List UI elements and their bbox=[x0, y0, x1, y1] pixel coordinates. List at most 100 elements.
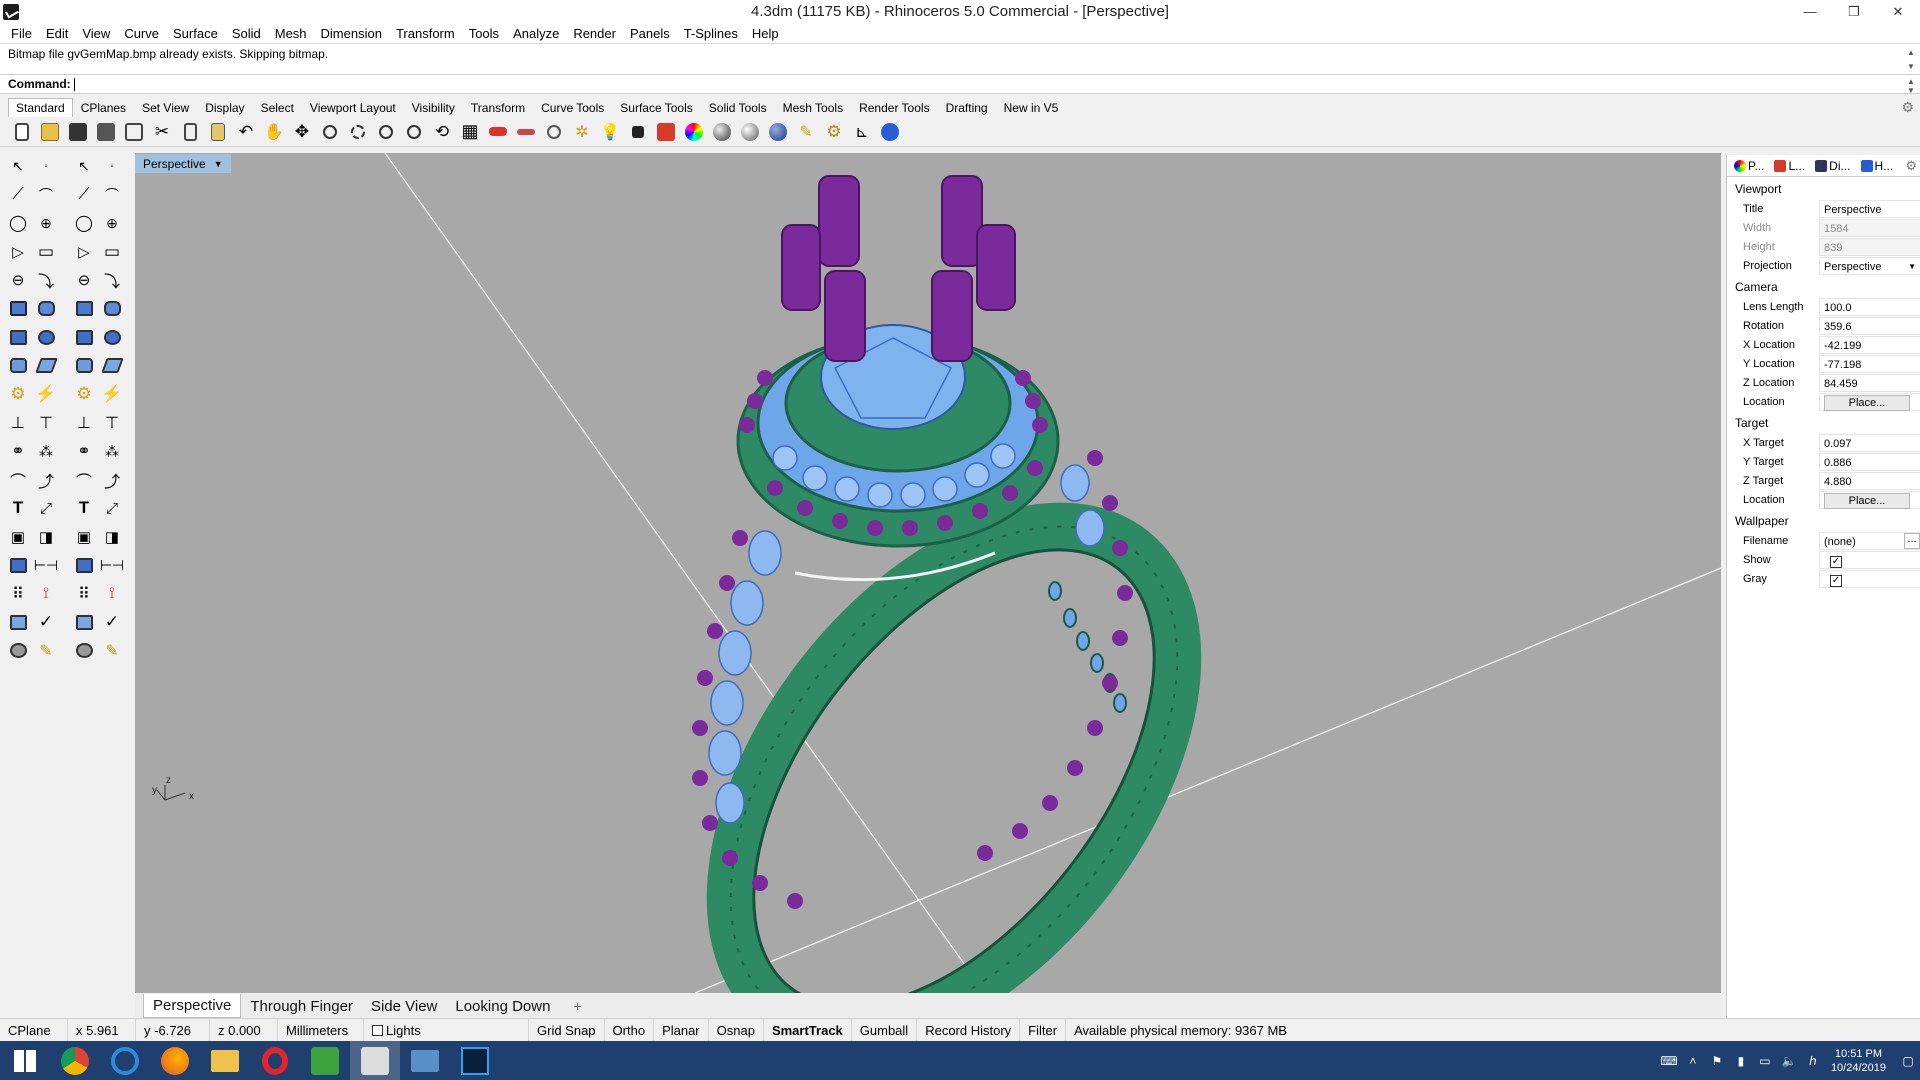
grid-viewport-icon[interactable]: ▦ bbox=[458, 120, 482, 144]
panel-tab-properties[interactable]: P... bbox=[1731, 159, 1767, 173]
z-target-field[interactable]: 4.880 bbox=[1819, 471, 1920, 490]
remote-desktop-icon[interactable] bbox=[400, 1041, 450, 1080]
command-history[interactable]: Bitmap file gvGemMap.bmp already exists.… bbox=[0, 43, 1920, 75]
open-folder-icon[interactable] bbox=[38, 120, 62, 144]
marker-icon[interactable]: ✎ bbox=[794, 120, 818, 144]
perspective-viewport[interactable]: y z x bbox=[135, 153, 1721, 993]
polygon-icon[interactable]: ▷ bbox=[5, 241, 31, 263]
tab-select[interactable]: Select bbox=[253, 98, 302, 117]
box-solid-icon[interactable] bbox=[5, 326, 31, 348]
fillet-curve-icon[interactable]: ⤵ bbox=[33, 269, 59, 291]
osnap-icon[interactable]: ⟟ bbox=[33, 583, 59, 605]
curve-control-points-icon-2[interactable]: ⌒ bbox=[99, 184, 125, 206]
lock-icon[interactable] bbox=[626, 120, 650, 144]
rotation-field[interactable]: 359.6 bbox=[1819, 316, 1920, 335]
prop-title-field[interactable]: Perspective bbox=[1819, 199, 1920, 218]
command-line[interactable]: Command: ▲ ▼ bbox=[0, 74, 1920, 95]
planar-toggle[interactable]: Planar bbox=[654, 1018, 709, 1042]
construction-plane-icon[interactable] bbox=[514, 120, 538, 144]
tray-app-icon[interactable]: ⚑ bbox=[1705, 1054, 1729, 1068]
fillet-curve-icon-2[interactable]: ⤵ bbox=[99, 269, 125, 291]
polygon-icon-2[interactable]: ▷ bbox=[71, 241, 97, 263]
ortho-toggle[interactable]: Ortho bbox=[605, 1018, 655, 1042]
ellipse-icon[interactable]: ⊕ bbox=[33, 212, 59, 234]
import-icon[interactable] bbox=[122, 120, 146, 144]
color-wheel-icon[interactable] bbox=[682, 120, 706, 144]
tab-mesh-tools[interactable]: Mesh Tools bbox=[775, 98, 851, 117]
tab-solid-tools[interactable]: Solid Tools bbox=[701, 98, 775, 117]
clock[interactable]: 10:51 PM 10/24/2019 bbox=[1831, 1047, 1886, 1075]
box-solid-icon-2[interactable] bbox=[71, 326, 97, 348]
menu-mesh[interactable]: Mesh bbox=[268, 26, 314, 41]
help-icon[interactable] bbox=[878, 120, 902, 144]
notifications-icon[interactable]: ▢ bbox=[1896, 1054, 1920, 1068]
sphere-render-icon[interactable] bbox=[738, 120, 762, 144]
rectangle-icon[interactable]: ▭ bbox=[33, 241, 59, 263]
menu-file[interactable]: File bbox=[4, 26, 39, 41]
close-button[interactable]: ✕ bbox=[1876, 0, 1920, 23]
dimension-icon[interactable]: ⊾ bbox=[850, 120, 874, 144]
history-scroll-up-icon[interactable]: ▲ bbox=[1905, 48, 1917, 57]
prop-row-camera-location[interactable]: Location Place... bbox=[1727, 392, 1920, 411]
menu-dimension[interactable]: Dimension bbox=[314, 26, 389, 41]
keyboard-icon[interactable]: ⌨ bbox=[1657, 1054, 1681, 1068]
star-snap-icon[interactable]: ✲ bbox=[570, 120, 594, 144]
circle-icon[interactable]: ◯ bbox=[5, 212, 31, 234]
ring-model[interactable] bbox=[641, 175, 1266, 993]
ellipse-icon-2[interactable]: ⊕ bbox=[99, 212, 125, 234]
gumball-toggle[interactable]: Gumball bbox=[852, 1018, 918, 1042]
grid-array-icon[interactable]: ⠿ bbox=[5, 583, 31, 605]
tab-drafting[interactable]: Drafting bbox=[938, 98, 996, 117]
extrude-icon-2[interactable] bbox=[71, 554, 97, 576]
gear-solid-icon-2[interactable]: ⚙ bbox=[71, 383, 97, 405]
split-icon[interactable]: ⊤ bbox=[33, 412, 59, 434]
tab-curve-tools[interactable]: Curve Tools bbox=[533, 98, 612, 117]
save-icon[interactable] bbox=[66, 120, 90, 144]
opera-icon[interactable] bbox=[250, 1041, 300, 1080]
light-bulb-icon[interactable]: 💡 bbox=[598, 120, 622, 144]
zoom-extents-icon[interactable] bbox=[374, 120, 398, 144]
zoom-window-icon[interactable] bbox=[346, 120, 370, 144]
viewtab-through-finger[interactable]: Through Finger bbox=[241, 995, 362, 1018]
menu-help[interactable]: Help bbox=[745, 26, 786, 41]
arc-icon-2[interactable]: ⊖ bbox=[71, 269, 97, 291]
trim-icon-2[interactable]: ⊥ bbox=[71, 412, 97, 434]
prop-row-target-location[interactable]: Location Place... bbox=[1727, 490, 1920, 509]
mirror-icon[interactable]: ◨ bbox=[33, 526, 59, 548]
text-icon[interactable]: T bbox=[5, 497, 31, 519]
rotate-view-icon[interactable]: ⟲ bbox=[430, 120, 454, 144]
tab-visibility[interactable]: Visibility bbox=[404, 98, 463, 117]
fillet-edge-icon[interactable]: ⌒ bbox=[5, 469, 31, 491]
cylinder-icon[interactable] bbox=[5, 355, 31, 377]
viewtab-perspective[interactable]: Perspective bbox=[143, 994, 242, 1018]
mesh-plane-icon-2[interactable] bbox=[99, 355, 125, 377]
history-scroll-down-icon[interactable]: ▼ bbox=[1905, 62, 1917, 71]
menu-render[interactable]: Render bbox=[566, 26, 623, 41]
x-target-field[interactable]: 0.097 bbox=[1819, 433, 1920, 452]
menu-panels[interactable]: Panels bbox=[623, 26, 677, 41]
car-render-icon[interactable] bbox=[486, 120, 510, 144]
prop-row-z-location[interactable]: Z Location 84.459 bbox=[1727, 373, 1920, 392]
boolean-union-icon-2[interactable] bbox=[99, 326, 125, 348]
print-icon[interactable] bbox=[94, 120, 118, 144]
viewtab-looking-down[interactable]: Looking Down bbox=[446, 995, 559, 1018]
toolbar-settings-gear-icon[interactable]: ⚙ bbox=[1901, 99, 1914, 116]
chrome-icon[interactable] bbox=[50, 1041, 100, 1080]
start-windows-icon[interactable] bbox=[0, 1041, 50, 1080]
curve-control-points-icon[interactable]: ⌒ bbox=[33, 184, 59, 206]
tab-display[interactable]: Display bbox=[197, 98, 252, 117]
surface-corner-icon-2[interactable] bbox=[71, 298, 97, 320]
scale-icon-2[interactable]: ⤢ bbox=[99, 497, 125, 519]
menu-tsplines[interactable]: T-Splines bbox=[677, 26, 745, 41]
split-icon-2[interactable]: ⊤ bbox=[99, 412, 125, 434]
gear-solid-icon[interactable]: ⚙ bbox=[5, 383, 31, 405]
panel-settings-gear-icon[interactable]: ⚙ bbox=[1905, 158, 1917, 174]
join-icon[interactable]: ⚭ bbox=[5, 440, 31, 462]
prop-row-lens-length[interactable]: Lens Length 100.0 bbox=[1727, 297, 1920, 316]
command-spinner-icon[interactable]: ▲ ▼ bbox=[1905, 77, 1917, 95]
rhino-app-icon[interactable] bbox=[3, 3, 19, 20]
move-view-icon[interactable]: ✥ bbox=[290, 120, 314, 144]
circle-icon-2[interactable]: ◯ bbox=[71, 212, 97, 234]
browse-wallpaper-button[interactable]: ... bbox=[1904, 532, 1920, 549]
dimension-linear-icon-2[interactable]: ⊢⊣ bbox=[99, 554, 125, 576]
